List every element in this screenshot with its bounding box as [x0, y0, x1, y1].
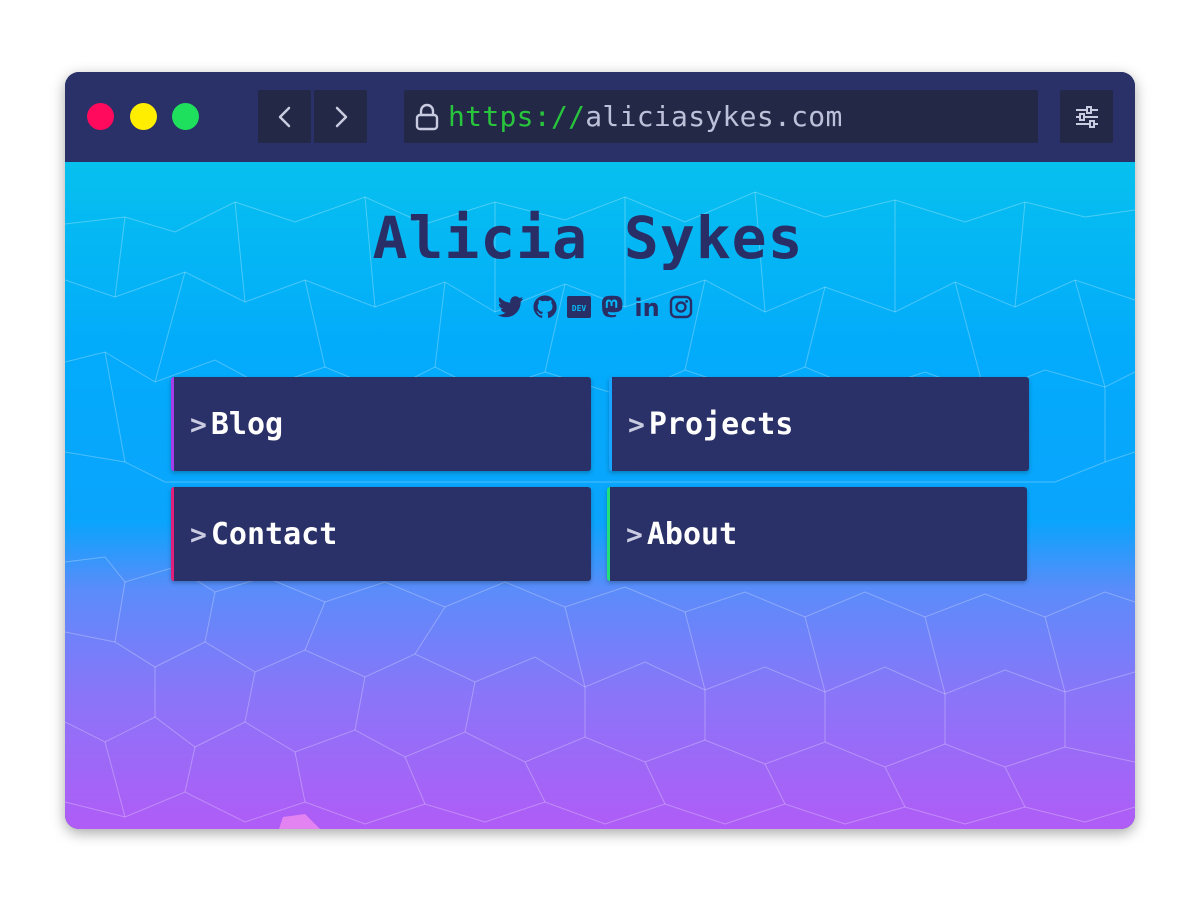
- chevron-right-icon: >: [190, 407, 207, 441]
- instagram-icon[interactable]: [668, 294, 694, 320]
- linkedin-icon[interactable]: in: [634, 294, 660, 320]
- nav-card-blog[interactable]: > Blog: [171, 377, 591, 471]
- settings-button[interactable]: [1060, 90, 1113, 143]
- twitter-icon[interactable]: [498, 294, 524, 320]
- address-bar[interactable]: https://aliciasykes.com: [404, 90, 1038, 143]
- maximize-window-button[interactable]: [172, 103, 199, 130]
- browser-window: https://aliciasykes.com Alicia Sykes DEV…: [65, 72, 1135, 829]
- sliders-icon: [1075, 105, 1098, 128]
- chevron-right-icon: >: [626, 517, 643, 551]
- dev-icon[interactable]: DEV: [566, 294, 592, 320]
- dev-icon-text: DEV: [572, 304, 587, 313]
- chevron-right-icon: >: [628, 407, 645, 441]
- nav-card-label: About: [646, 516, 738, 552]
- nav-card-projects[interactable]: > Projects: [609, 377, 1029, 471]
- nav-card-label: Blog: [210, 406, 284, 442]
- nav-card-label: Projects: [648, 406, 794, 442]
- linkedin-icon-text: in: [634, 295, 659, 319]
- nav-card-about[interactable]: > About: [607, 487, 1027, 581]
- github-icon[interactable]: [532, 294, 558, 320]
- nav-card-contact[interactable]: > Contact: [171, 487, 591, 581]
- minimize-window-button[interactable]: [130, 103, 157, 130]
- close-window-button[interactable]: [87, 103, 114, 130]
- mastodon-icon[interactable]: [600, 294, 626, 320]
- url-scheme: https://: [448, 100, 586, 133]
- url-text[interactable]: https://aliciasykes.com: [448, 100, 843, 133]
- chevron-left-icon: [278, 106, 290, 127]
- forward-button[interactable]: [314, 90, 367, 143]
- url-host: aliciasykes.com: [585, 100, 843, 133]
- chevron-right-icon: >: [190, 517, 207, 551]
- nav-card-label: Contact: [210, 516, 338, 552]
- browser-toolbar: https://aliciasykes.com: [65, 72, 1135, 162]
- page-title: Alicia Sykes: [372, 204, 804, 272]
- social-links: DEV in: [498, 294, 694, 320]
- page-viewport: Alicia Sykes DEV in > Blog > Projects > …: [65, 162, 1135, 829]
- chevron-right-icon: [335, 106, 347, 127]
- lock-icon: [414, 103, 440, 131]
- back-button[interactable]: [258, 90, 311, 143]
